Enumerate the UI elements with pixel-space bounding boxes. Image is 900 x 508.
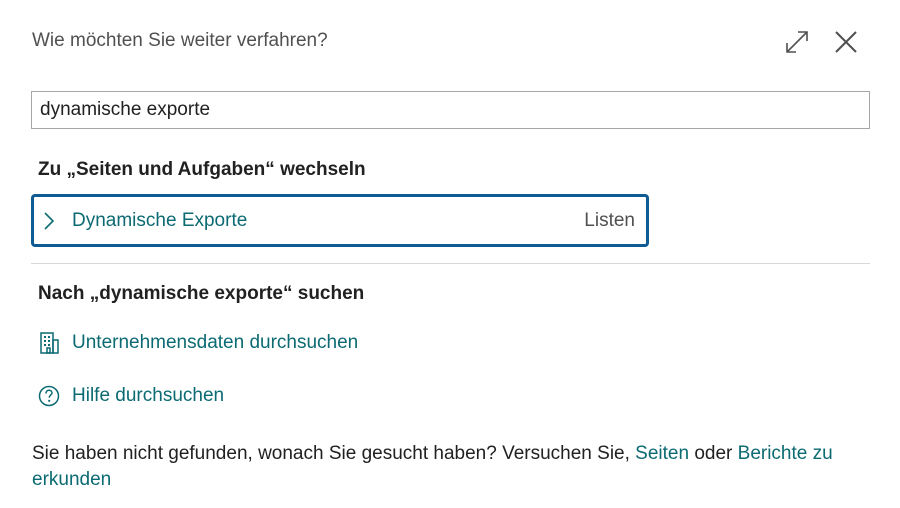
search-company-data-link[interactable]: Unternehmensdaten durchsuchen: [38, 329, 358, 357]
search-help-label: Hilfe durchsuchen: [72, 385, 225, 406]
building-icon: [40, 332, 59, 354]
result-item-dynamische-exporte[interactable]: Dynamische Exporte Listen: [31, 194, 649, 247]
search-company-data-label: Unternehmensdaten durchsuchen: [72, 332, 359, 353]
pages-section-title: Zu „Seiten und Aufgaben“ wechseln: [38, 159, 366, 180]
chevron-right-icon: [44, 212, 55, 230]
tell-me-dialog: Wie möchten Sie weiter verfahren? Zu „Se…: [0, 0, 900, 508]
search-input[interactable]: [31, 91, 870, 129]
result-item-label: Dynamische Exporte: [72, 210, 248, 231]
result-item-category: Listen: [584, 210, 635, 231]
search-help-link[interactable]: Hilfe durchsuchen: [38, 382, 224, 410]
dialog-title: Wie möchten Sie weiter verfahren?: [32, 30, 328, 51]
help-circle-icon: [38, 385, 60, 407]
expand-button[interactable]: [784, 29, 810, 55]
close-icon: [835, 31, 857, 53]
pages-link[interactable]: Seiten: [635, 443, 689, 464]
search-section-title: Nach „dynamische exporte“ suchen: [38, 283, 365, 304]
footer-text-before: Sie haben nicht gefunden, wonach Sie ges…: [32, 443, 636, 464]
expand-icon: [786, 31, 808, 53]
section-divider: [31, 263, 870, 264]
close-button[interactable]: [832, 28, 860, 56]
footer-text-middle: oder: [689, 443, 738, 464]
footer-hint: Sie haben nicht gefunden, wonach Sie ges…: [32, 441, 872, 493]
